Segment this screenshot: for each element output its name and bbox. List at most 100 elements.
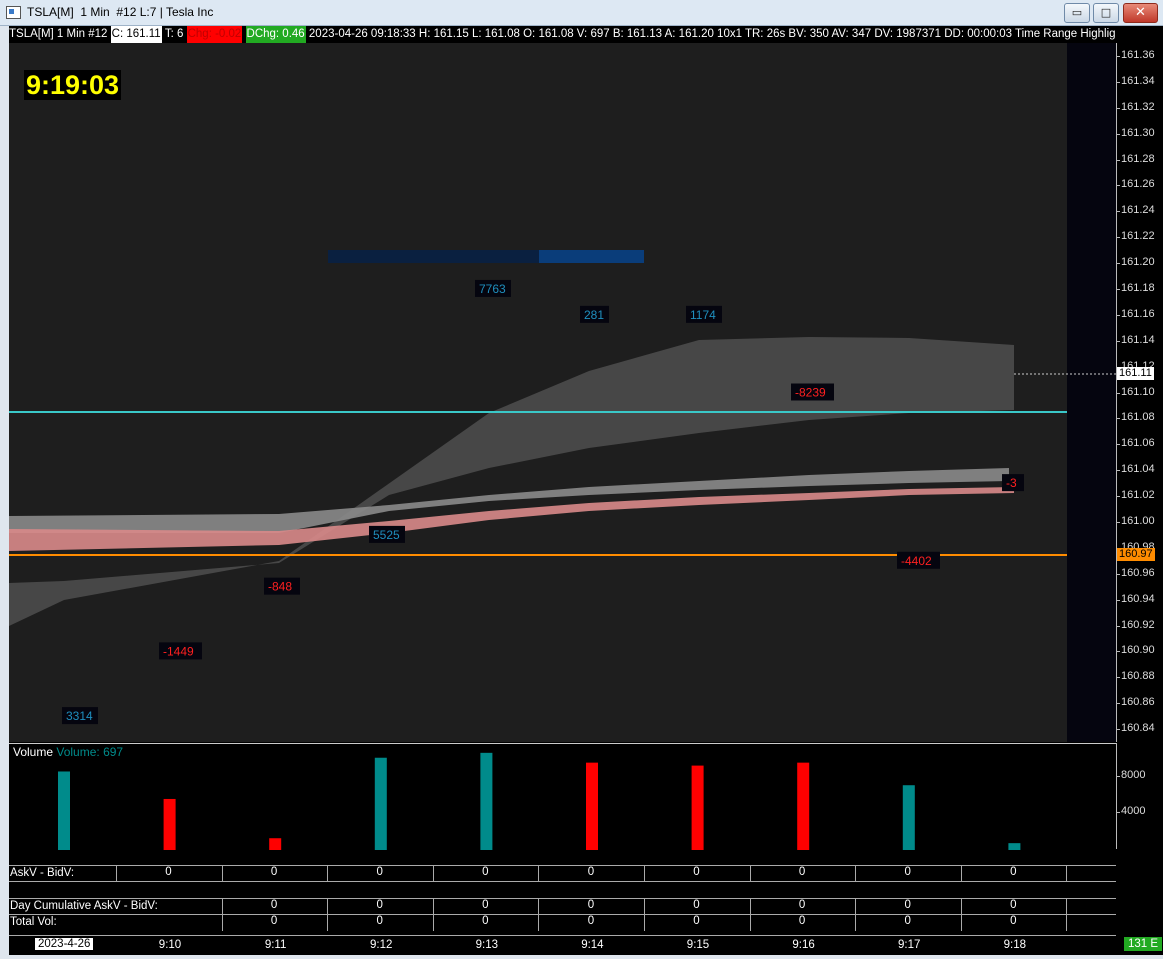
table-gridline (221, 865, 223, 881)
price-tickmark (1117, 288, 1120, 290)
price-tick: 161.10 (1121, 385, 1155, 398)
price-tick: 160.88 (1121, 670, 1155, 683)
price-tickmark (1117, 444, 1120, 446)
table-gridline (327, 898, 329, 931)
svg-text:7763: 7763 (479, 282, 506, 296)
price-tick: 161.08 (1121, 411, 1155, 424)
svg-text:3314: 3314 (66, 709, 93, 723)
dark-blue-bar (328, 250, 539, 263)
price-axis[interactable]: 161.36 161.34 161.32 161.30 161.28 161.26 161.… (1116, 43, 1163, 742)
totalvol-label: Total Vol: (10, 916, 57, 928)
time-label: 9:18 (1003, 939, 1026, 951)
delta-annotation: -848 (264, 577, 300, 595)
price-tickmark (1117, 211, 1120, 213)
delta-annotation: 3314 (62, 707, 98, 725)
time-axis[interactable]: 2023-4-26 9:10 9:11 9:12 9:13 9:14 9:15 9:16 9:… (9, 935, 1116, 956)
svg-text:281: 281 (584, 308, 604, 322)
price-tick: 160.96 (1121, 566, 1155, 579)
table-gridline (960, 865, 962, 881)
table-gridline (1066, 898, 1068, 931)
delta-annotation: -3 (1002, 474, 1024, 492)
price-tick: 161.20 (1121, 256, 1155, 269)
delta-annotation: -1449 (159, 642, 202, 660)
blank-row (9, 881, 1116, 898)
volume-canvas (58, 752, 1021, 850)
table-cell: 0 (587, 866, 595, 878)
price-tickmark (1117, 470, 1120, 472)
table-cell: 0 (798, 899, 806, 911)
delta-annotation: 281 (580, 305, 609, 323)
svg-text:-3: -3 (1006, 476, 1017, 490)
volume-bar (586, 762, 598, 850)
price-tickmark (1117, 651, 1120, 653)
price-tickmark (1117, 107, 1120, 109)
price-tick: 161.16 (1121, 307, 1155, 320)
price-tickmark (1117, 729, 1120, 731)
table-cell: 0 (1010, 899, 1017, 911)
price-tickmark (1117, 573, 1120, 575)
price-tickmark (1117, 496, 1120, 498)
table-cell: 0 (587, 915, 595, 927)
askbid-label: AskV - BidV: (10, 867, 75, 879)
date-label: 2023-4-26 (35, 938, 94, 950)
volume-bar (691, 765, 704, 850)
price-tickmark (1117, 159, 1120, 161)
maximize-icon: □ (1100, 6, 1112, 19)
price-tick: 160.84 (1121, 722, 1155, 735)
volume-title: Volume Volume: 697 (13, 745, 123, 759)
table-cell: 0 (904, 899, 911, 911)
table-cell: 0 (376, 899, 383, 911)
window-title-bar: TSLA[M] 1 Min #12 L:7 | Tesla Inc ▭ □ ✕ (0, 0, 1163, 26)
chart-right-margin (1067, 43, 1116, 742)
minimize-button[interactable]: ▭ (1064, 3, 1090, 23)
time-label: 9:10 (158, 939, 182, 951)
price-tickmark (1117, 55, 1120, 57)
delta-annotation: -4402 (897, 551, 940, 569)
info-symbol: TSLA[M] 1 Min #12 (9, 28, 108, 40)
price-tickmark (1117, 625, 1120, 627)
info-close: C: 161.11 (110, 26, 162, 43)
table-cell: 0 (693, 899, 700, 911)
table-cell: 0 (482, 899, 489, 911)
time-label: 9:13 (475, 939, 498, 951)
price-tick: 161.04 (1121, 463, 1155, 476)
table-gridline (749, 898, 751, 931)
price-tick: 161.28 (1121, 152, 1155, 165)
table-gridline (855, 865, 857, 881)
close-button[interactable]: ✕ (1123, 3, 1158, 23)
table-gridline (221, 898, 223, 931)
table-cell: 0 (376, 866, 383, 878)
svg-text:-848: -848 (268, 580, 292, 594)
table-cell: 0 (693, 915, 700, 927)
table-cell: 0 (482, 866, 489, 878)
table-cell: 0 (270, 866, 278, 878)
last-price-tag: 161.11 (1117, 367, 1154, 380)
volume-pane[interactable]: Volume Volume: 697 (9, 743, 1116, 850)
info-trades: T: 6 (164, 28, 184, 40)
app-icon (6, 6, 21, 19)
table-cell: 0 (904, 866, 911, 878)
price-tickmark (1117, 185, 1120, 187)
price-tickmark (1117, 599, 1120, 601)
price-chart[interactable]: 3314 -1449 -848 5525 7763 281 1174 -8239 -4402 -3 (9, 43, 1116, 742)
svg-text:1174: 1174 (690, 308, 716, 322)
window-left-border (0, 26, 9, 959)
info-day-change: DChg: 0.46 (245, 26, 306, 43)
table-cell: 0 (376, 915, 383, 927)
info-details: 2023-04-26 09:18:33 H: 161.15 L: 161.08 … (308, 28, 1116, 40)
volume-label: Volume (13, 745, 54, 759)
table-cell: 0 (165, 866, 172, 878)
price-tick: 160.94 (1121, 592, 1155, 605)
table-cell: 0 (904, 915, 911, 927)
price-tick: 161.32 (1121, 100, 1155, 113)
price-tick: 160.86 (1121, 696, 1155, 709)
volume-bar (374, 757, 387, 850)
price-tickmark (1117, 81, 1120, 83)
table-cell: 0 (798, 915, 806, 927)
window-title: TSLA[M] 1 Min #12 L:7 | Tesla Inc (27, 5, 214, 19)
price-tickmark (1117, 521, 1120, 523)
maximize-button[interactable]: □ (1093, 3, 1119, 23)
table-cell: 0 (482, 915, 489, 927)
volume-bar (1008, 843, 1021, 850)
price-tick: 161.30 (1121, 126, 1155, 139)
